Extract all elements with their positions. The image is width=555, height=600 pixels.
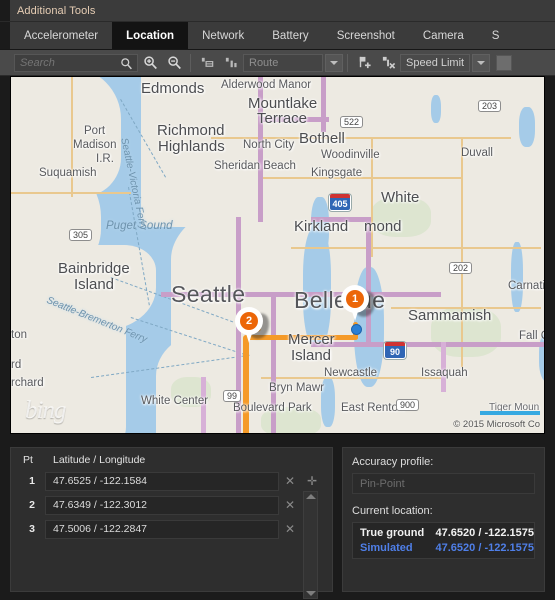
- close-x-icon[interactable]: ✕: [279, 498, 301, 512]
- route-shield: 305: [69, 229, 92, 241]
- tab-camera[interactable]: Camera: [409, 22, 478, 49]
- window-title: Additional Tools: [10, 5, 95, 17]
- interstate-top: [385, 342, 405, 346]
- point-coords-field[interactable]: 47.6349 / -122.3012: [45, 496, 279, 515]
- simulated-row: Simulated 47.6520 / -122.1575: [353, 540, 534, 555]
- stop-square-icon[interactable]: [496, 55, 512, 71]
- speed-limit-dropdown-button[interactable]: [472, 54, 490, 72]
- point-index: 3: [19, 523, 45, 535]
- title-bar-gutter: [0, 0, 10, 21]
- add-point-icon[interactable]: [352, 52, 376, 74]
- toolbar-separator-2: [347, 54, 348, 72]
- interstate-shield: 405: [329, 194, 351, 211]
- title-bar: Additional Tools: [0, 0, 555, 22]
- interstate-top: [330, 194, 350, 198]
- additional-tools-window: Additional Tools Accelerometer Location …: [0, 0, 555, 600]
- points-scrollbar[interactable]: [303, 491, 318, 599]
- points-list: 1 47.6525 / -122.1584 ✕ ✛ 2 47.6349 / -1…: [19, 469, 324, 541]
- load-route-icon[interactable]: [219, 52, 243, 74]
- zoom-in-button[interactable]: [138, 52, 162, 74]
- map-scale-bar: [480, 411, 540, 415]
- pin-label: 1: [346, 290, 364, 308]
- close-x-icon[interactable]: ✕: [279, 474, 301, 488]
- speed-limit-select[interactable]: Speed Limit: [400, 54, 470, 72]
- table-row[interactable]: 2 47.6349 / -122.3012 ✕ ✛: [19, 493, 324, 517]
- map-copyright: © 2015 Microsoft Co: [453, 419, 540, 430]
- chevron-down-icon[interactable]: [306, 591, 316, 596]
- points-header: Pt Latitude / Longitude: [19, 454, 324, 466]
- table-row[interactable]: 3 47.5006 / -122.2847 ✕ ✛: [19, 517, 324, 541]
- tab-network[interactable]: Network: [188, 22, 258, 49]
- column-header-pt: Pt: [19, 454, 45, 466]
- route-shield: 99: [223, 390, 241, 402]
- zoom-out-button[interactable]: [162, 52, 186, 74]
- map-canvas[interactable]: Edmonds Alderwood Manor Mountlake Terrac…: [11, 77, 544, 433]
- current-location-label: Current location:: [352, 505, 535, 517]
- search-box[interactable]: [14, 54, 138, 72]
- true-ground-value: 47.6520 / -122.1575: [436, 527, 534, 539]
- interstate-shield: 90: [384, 342, 406, 359]
- simulated-label: Simulated: [353, 542, 436, 554]
- point-index: 1: [19, 475, 45, 487]
- table-row[interactable]: 1 47.6525 / -122.1584 ✕ ✛: [19, 469, 324, 493]
- accuracy-profile-select[interactable]: Pin-Point: [352, 473, 535, 494]
- route-shield: 522: [340, 116, 363, 128]
- map-toolbar: Route Speed Limit: [0, 50, 555, 76]
- map-frame[interactable]: Edmonds Alderwood Manor Mountlake Terrac…: [10, 76, 545, 434]
- magnifier-icon[interactable]: [120, 57, 133, 75]
- current-location-dot: [351, 324, 362, 335]
- route-shield: 202: [449, 262, 472, 274]
- true-ground-label: True ground: [353, 527, 436, 539]
- toolbar-separator-1: [190, 54, 191, 72]
- route-select[interactable]: Route: [243, 54, 323, 72]
- move-crosshair-icon[interactable]: ✛: [301, 474, 323, 488]
- tab-battery[interactable]: Battery: [258, 22, 322, 49]
- route-dropdown-button[interactable]: [325, 54, 343, 72]
- interstate-number: 90: [390, 347, 400, 357]
- tab-sensors[interactable]: S: [478, 22, 500, 49]
- tab-accelerometer[interactable]: Accelerometer: [10, 22, 112, 49]
- speed-limit-label: Speed Limit: [406, 57, 464, 69]
- column-header-coords: Latitude / Longitude: [45, 454, 324, 466]
- pin-label: 2: [240, 312, 258, 330]
- map-pin-2[interactable]: 2: [235, 307, 265, 347]
- current-location-table: True ground 47.6520 / -122.1575 Simulate…: [352, 522, 535, 559]
- chevron-down-icon: [477, 61, 485, 65]
- bing-logo-text: bing: [25, 397, 65, 424]
- tab-bar: Accelerometer Location Network Battery S…: [0, 22, 555, 50]
- point-coords-field[interactable]: 47.6525 / -122.1584: [45, 472, 279, 491]
- route-shield: 203: [478, 100, 501, 112]
- chevron-up-icon[interactable]: [306, 494, 316, 499]
- tab-location[interactable]: Location: [112, 22, 188, 49]
- interstate-number: 405: [332, 199, 347, 209]
- chevron-down-icon: [330, 61, 338, 65]
- accuracy-profile-label: Accuracy profile:: [352, 456, 535, 468]
- bing-logo: bing: [25, 397, 65, 425]
- tab-screenshot[interactable]: Screenshot: [323, 22, 409, 49]
- tab-bar-gutter: [0, 22, 10, 49]
- true-ground-row: True ground 47.6520 / -122.1575: [353, 525, 534, 540]
- simulated-value: 47.6520 / -122.1575: [436, 542, 534, 554]
- search-input[interactable]: [15, 57, 115, 69]
- location-panel: Accuracy profile: Pin-Point Current loca…: [342, 447, 545, 592]
- route-shield: 900: [396, 399, 419, 411]
- save-route-icon[interactable]: [195, 52, 219, 74]
- map-pin-1[interactable]: 1: [341, 285, 371, 325]
- bottom-panels: Pt Latitude / Longitude 1 47.6525 / -122…: [0, 441, 555, 600]
- close-x-icon[interactable]: ✕: [279, 522, 301, 536]
- route-select-value: Route: [249, 57, 278, 69]
- points-panel: Pt Latitude / Longitude 1 47.6525 / -122…: [10, 447, 333, 592]
- point-coords-field[interactable]: 47.5006 / -122.2847: [45, 520, 279, 539]
- remove-point-icon[interactable]: [376, 52, 400, 74]
- point-index: 2: [19, 499, 45, 511]
